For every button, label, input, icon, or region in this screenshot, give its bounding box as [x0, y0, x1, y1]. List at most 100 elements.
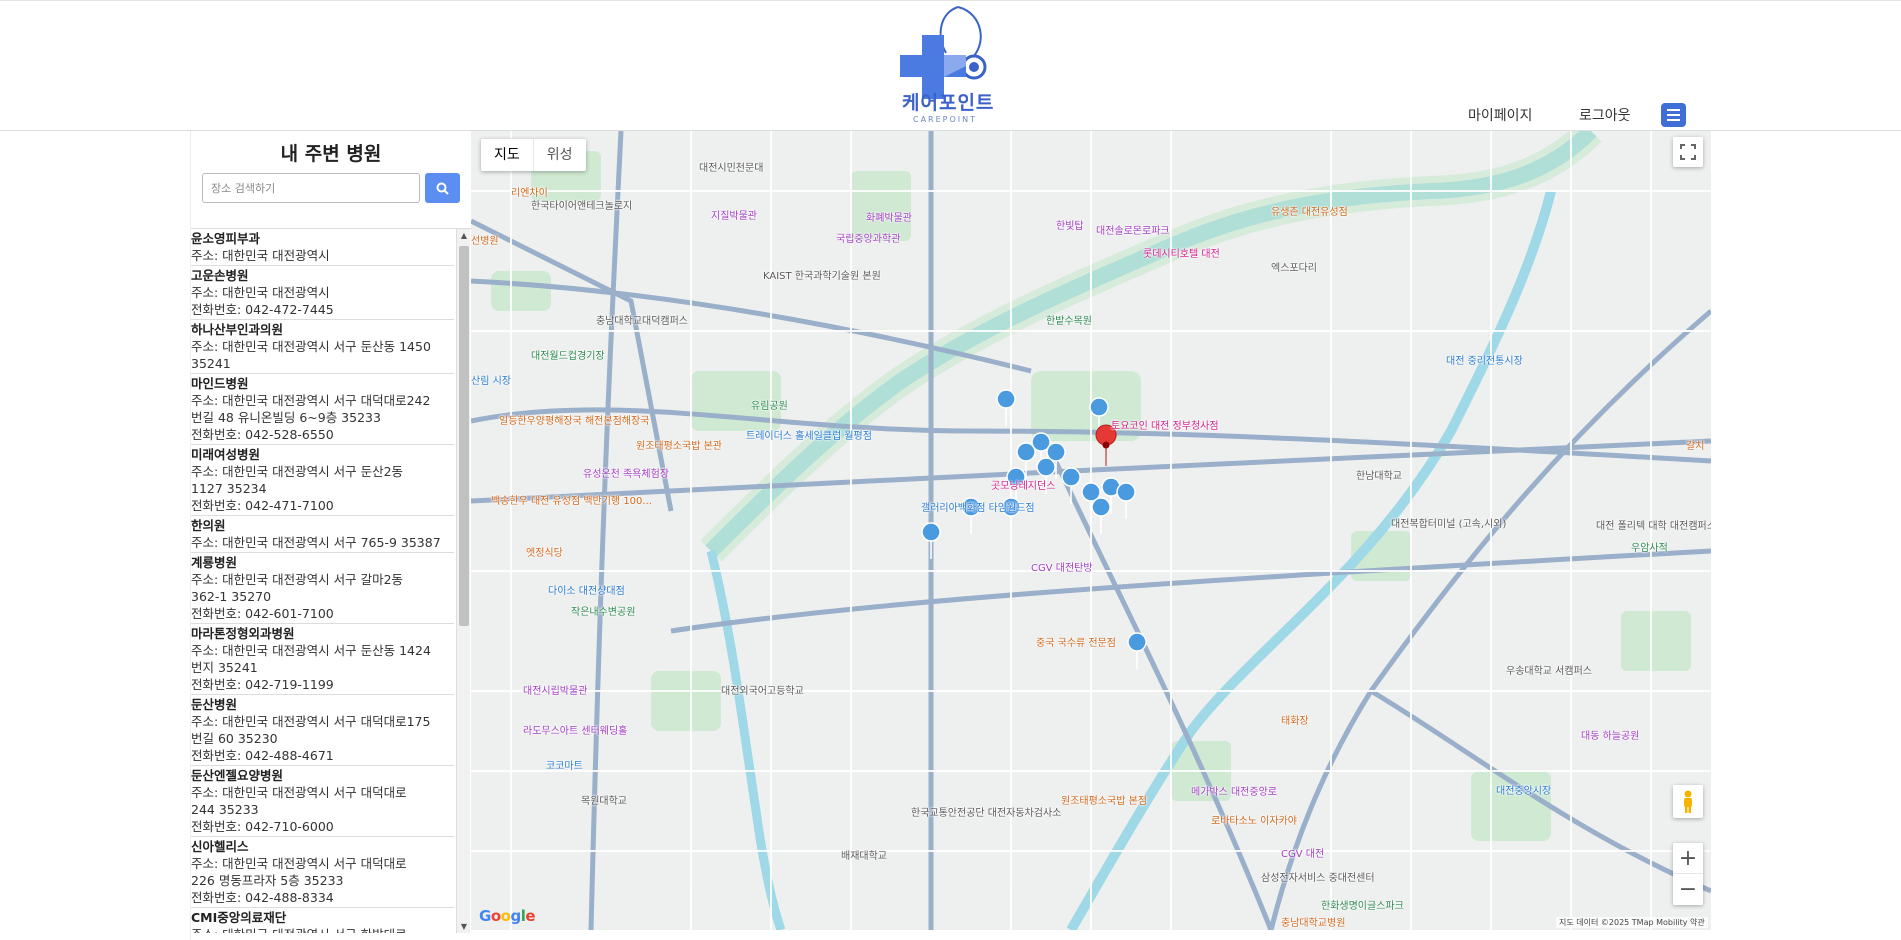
logout-link[interactable]: 로그아웃	[1579, 105, 1631, 125]
scroll-down-arrow-icon[interactable]: ▼	[459, 922, 469, 932]
map-poi-label[interactable]: 대동 하늘공원	[1581, 731, 1639, 743]
map-poi-label[interactable]: 국립중앙과학관	[836, 234, 900, 246]
map-poi-label[interactable]: 삼성전자서비스 중대전센터	[1261, 873, 1375, 885]
hospital-detail: 전화번호: 042-488-8334	[191, 890, 334, 905]
hospital-list-item[interactable]: 계룡병원 주소: 대한민국 대전광역시 서구 갈마2동 362-1 35270 전화번…	[191, 553, 454, 624]
map-poi-label[interactable]: 갤러리아백화점 타임월드점	[921, 503, 1035, 515]
map-poi-label[interactable]: 대전중앙시장	[1496, 786, 1551, 798]
map-poi-label[interactable]: 원조태평소국밥 본점	[1061, 796, 1147, 808]
hamburger-menu-button[interactable]	[1661, 103, 1686, 127]
map-poi-label[interactable]: 대전시민천문대	[699, 163, 763, 175]
map-poi-label[interactable]: 충남대학교대덕캠퍼스	[596, 316, 688, 328]
search-button[interactable]	[425, 173, 460, 203]
map-poi-label[interactable]: 라도무스아트 센터웨딩홀	[523, 726, 627, 738]
zoom-out-button[interactable]: −	[1673, 874, 1703, 905]
map-poi-label[interactable]: 우암사적	[1631, 543, 1668, 555]
map-type-satellite-button[interactable]: 위성	[532, 139, 586, 171]
hospital-detail: 번길 60 35230	[191, 731, 278, 746]
hospital-name: 계룡병원	[191, 555, 238, 570]
hospital-list-item[interactable]: CMI중앙의료재단주소: 대한민국 대전광역시 서구 한밭대로797 35209	[191, 908, 454, 933]
place-search-input[interactable]	[202, 173, 420, 203]
list-scrollbar[interactable]: ▲ ▼	[456, 229, 470, 933]
map-poi-label[interactable]: 대전 중리전통시장	[1446, 356, 1523, 368]
map-poi-label[interactable]: 대전시립박물관	[523, 686, 587, 698]
map-poi-label[interactable]: 대전월드컵경기장	[531, 351, 605, 363]
zoom-in-button[interactable]: +	[1673, 843, 1703, 874]
sidebar-title: 내 주변 병원	[280, 143, 382, 165]
map-poi-label[interactable]: 한국타이어앤테크놀로지	[531, 201, 632, 213]
map-poi-label[interactable]: 태화장	[1281, 716, 1309, 728]
map-poi-label[interactable]: 코코마트	[546, 761, 583, 773]
map-poi-label[interactable]: 한빛탑	[1056, 221, 1084, 233]
map-poi-label[interactable]: 곳모닝레지던스	[991, 481, 1055, 493]
map-poi-label[interactable]: 지질박물관	[711, 211, 757, 223]
map-poi-label[interactable]: 중국 국수류 전문점	[1036, 638, 1116, 650]
map-poi-label[interactable]: 유림공원	[751, 401, 788, 413]
map-attribution[interactable]: 지도 데이터 ©2025 TMap Mobility 약관	[1556, 917, 1708, 928]
map-poi-label[interactable]: 대전복합터미널 (고속,시외)	[1391, 519, 1506, 531]
map-poi-label[interactable]: 메가박스 대전중앙로	[1191, 787, 1277, 799]
map-poi-label[interactable]: 충남대학교병원	[1281, 918, 1345, 930]
zoom-control: + −	[1673, 843, 1703, 905]
hospital-list-item[interactable]: 고운손병원 주소: 대한민국 대전광역시 전화번호: 042-472-7445	[191, 266, 454, 320]
fullscreen-button[interactable]	[1673, 137, 1703, 167]
map-poi-label[interactable]: 원조태평소국밥 본관	[636, 441, 722, 453]
street-view-pegman-button[interactable]	[1673, 785, 1703, 818]
map-poi-label[interactable]: 유성온천 족욕체험장	[583, 469, 669, 481]
map-poi-label[interactable]: 화폐박물관	[866, 213, 912, 225]
map-poi-label[interactable]: 한남대학교	[1356, 471, 1402, 483]
hospital-detail: 전화번호: 042-488-4671	[191, 748, 334, 763]
hospital-detail: 주소: 대한민국 대전광역시	[191, 285, 330, 300]
map-poi-label[interactable]: 대전솔로몬로파크	[1096, 226, 1170, 238]
map-poi-label[interactable]: KAIST 한국과학기술원 본원	[763, 271, 881, 283]
map-poi-label[interactable]: 로바타소노 이자카야	[1211, 816, 1297, 828]
map-poi-label[interactable]: 유생촌 대전유성점	[1271, 207, 1348, 219]
map-type-map-button[interactable]: 지도	[481, 139, 533, 171]
hospital-list: 윤소영피부과 주소: 대한민국 대전광역시 고운손병원 주소: 대한민국 대전광역시 전…	[191, 229, 454, 933]
map-poi-label[interactable]: 일등한우양평해장국 해전본점해장국	[499, 416, 649, 428]
map-poi-label[interactable]: 대전외국어고등학교	[721, 686, 804, 698]
map-poi-label[interactable]: CGV 대전탄방	[1031, 563, 1093, 575]
map-poi-label[interactable]: 대전 폴리텍 대학 대전캠퍼스	[1596, 521, 1711, 533]
map-poi-label[interactable]: 트레이더스 홀세일클럽 월평점	[746, 431, 872, 443]
map-poi-label[interactable]: 선병원	[471, 236, 499, 248]
map-poi-label[interactable]: 작은내수변공원	[571, 607, 635, 619]
hospital-detail: 주소: 대한민국 대전광역시 서구 둔산동 1424	[191, 643, 431, 658]
map-poi-label[interactable]: 배재대학교	[841, 851, 887, 863]
map-poi-label[interactable]: 백송한우 대전 유성점 백반기행 100...	[491, 496, 652, 508]
map-poi-label[interactable]: 한밭수목원	[1046, 316, 1092, 328]
map-poi-label[interactable]: CGV 대전	[1281, 849, 1324, 861]
hospital-detail: 1127 35234	[191, 481, 267, 496]
mypage-link[interactable]: 마이페이지	[1468, 105, 1532, 125]
scroll-up-arrow-icon[interactable]: ▲	[459, 231, 469, 241]
google-map[interactable]: 대전시민천문대 리엔차이 한국타이어앤테크놀로지 지질박물관 화폐박물관 국립중앙과학관 한…	[471, 131, 1711, 930]
map-poi-label[interactable]: 롯데시티호텔 대전	[1143, 249, 1220, 261]
hospital-list-item[interactable]: 둔산병원 주소: 대한민국 대전광역시 서구 대덕대로175 번길 60 35230…	[191, 695, 454, 766]
hospital-name: 마라톤정형외과병원	[191, 626, 295, 641]
map-poi-label[interactable]: 한국교통안전공단 대전자동차검사소	[911, 808, 1061, 820]
hospital-detail: 주소: 대한민국 대전광역시 서구 대덕대로242	[191, 393, 431, 408]
map-poi-label[interactable]: 리엔차이	[511, 188, 548, 200]
map-poi-label[interactable]: 목원대학교	[581, 796, 627, 808]
map-poi-label[interactable]: 갈치	[1686, 441, 1704, 453]
map-poi-label[interactable]: 엣정식당	[526, 548, 563, 560]
map-poi-label[interactable]: 우송대학교 서캠퍼스	[1506, 666, 1592, 678]
hospital-name: 하나산부인과의원	[191, 322, 284, 337]
hospital-list-item[interactable]: 신아헬리스 주소: 대한민국 대전광역시 서구 대덕대로 226 명동프라자 5층 …	[191, 837, 454, 908]
map-poi-label[interactable]: 산림 시장	[471, 376, 511, 388]
hospital-list-item[interactable]: 마인드병원 주소: 대한민국 대전광역시 서구 대덕대로242 번길 48 유니온빌…	[191, 374, 454, 445]
map-poi-label[interactable]: 한화생명이글스파크	[1321, 901, 1404, 913]
hospital-list-item[interactable]: 미래여성병원 주소: 대한민국 대전광역시 서구 둔산2동 1127 35234 전화…	[191, 445, 454, 516]
scroll-thumb[interactable]	[459, 246, 469, 626]
map-poi-label[interactable]: 다이소 대전샹대점	[548, 586, 625, 598]
hospital-detail: 주소: 대한민국 대전광역시 서구 갈마2동	[191, 572, 404, 587]
map-poi-label[interactable]: 엑스포다리	[1271, 263, 1317, 275]
hospital-list-item[interactable]: 마라톤정형외과병원 주소: 대한민국 대전광역시 서구 둔산동 1424 번지 35…	[191, 624, 454, 695]
map-base-layer	[471, 131, 1711, 930]
hospital-list-item[interactable]: 윤소영피부과 주소: 대한민국 대전광역시	[191, 229, 454, 266]
map-poi-label[interactable]: 토요코인 대전 정부청사점	[1111, 421, 1219, 433]
hospital-list-item[interactable]: 한의원 주소: 대한민국 대전광역시 서구 765-9 35387	[191, 516, 454, 553]
hospital-list-item[interactable]: 하나산부인과의원 주소: 대한민국 대전광역시 서구 둔산동 1450 35241	[191, 320, 454, 374]
hospital-list-item[interactable]: 둔산엔젤요양병원 주소: 대한민국 대전광역시 서구 대덕대로 244 35233 전…	[191, 766, 454, 837]
pegman-icon	[1684, 790, 1692, 813]
